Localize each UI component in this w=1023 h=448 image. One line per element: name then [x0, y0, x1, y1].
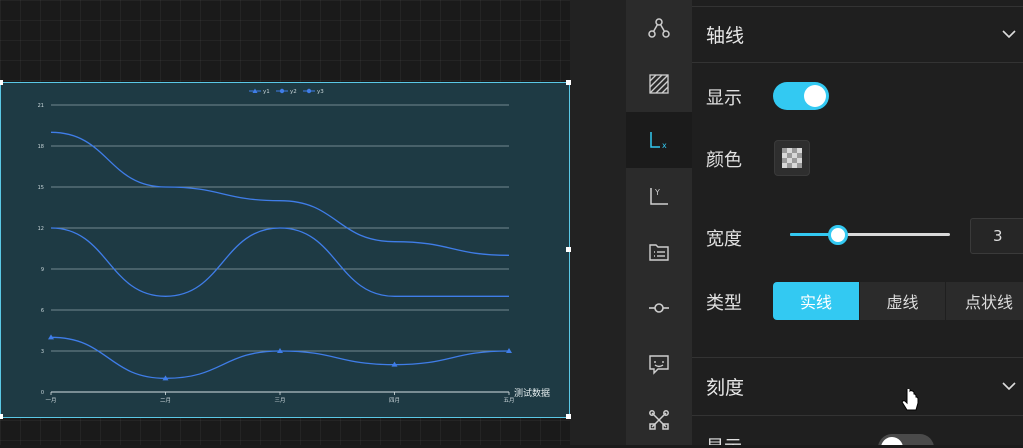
show-label: 显示: [706, 88, 742, 109]
resize-handle-bottom-left[interactable]: [0, 414, 3, 419]
y-axis-button[interactable]: Y: [626, 168, 692, 224]
line-chart: 0 3 6 9 12 15 18 21 一月 二月 三月 四月 五月测试数据 y1 y2 y3: [38, 88, 550, 404]
width-value: 3: [993, 227, 1003, 245]
svg-text:Y: Y: [654, 188, 660, 197]
property-panel: 轴线 显示 颜色 宽度 3 类型 实线 虚线 点状线 刻度 显示: [692, 0, 1023, 445]
line-node-icon: [649, 303, 669, 313]
toggle-knob: [804, 85, 826, 107]
y-tick-label: 15: [38, 185, 44, 191]
tools-icon: [649, 410, 669, 430]
resize-handle-middle-right[interactable]: [566, 247, 571, 252]
tools-button[interactable]: [626, 392, 692, 448]
area-style-button[interactable]: [626, 56, 692, 112]
line-type-solid[interactable]: 实线: [773, 282, 859, 320]
series-line-y2: [50, 227, 509, 297]
tick-show-label: 显示: [706, 433, 742, 445]
x-axis-icon: x: [650, 132, 667, 150]
chevron-down-icon: [1002, 30, 1016, 39]
width-slider-handle[interactable]: [828, 225, 848, 245]
line-type-dotted[interactable]: 点状线: [946, 282, 1023, 320]
width-label: 宽度: [706, 229, 742, 250]
width-slider-track[interactable]: [790, 233, 950, 236]
x-tick-label: 五月: [503, 397, 514, 404]
divider: [692, 62, 1023, 63]
chevron-down-icon: [1002, 382, 1016, 391]
x-tick-label: 一月: [45, 397, 56, 404]
legend-marker: [279, 88, 285, 94]
legend-list-icon: [649, 244, 669, 261]
tooltip-icon: [649, 355, 669, 375]
resize-handle-top-right[interactable]: [566, 80, 571, 85]
x-tick-label: 二月: [160, 397, 171, 404]
resize-handle-bottom-right[interactable]: [566, 414, 571, 419]
axis-color-picker[interactable]: [774, 140, 810, 176]
type-label: 类型: [706, 293, 742, 314]
node-graph-button[interactable]: [626, 0, 692, 56]
axis-section-title: 轴线: [706, 24, 745, 47]
y-tick-label: 0: [41, 390, 44, 396]
line-node-button[interactable]: [626, 280, 692, 336]
legend-label: y2: [290, 89, 297, 95]
tooltip-button[interactable]: [626, 336, 692, 392]
resize-handle-top-left[interactable]: [0, 80, 3, 85]
legend-label: y1: [263, 89, 270, 95]
x-axis-title: 测试数据: [514, 387, 550, 399]
node-graph-icon: [648, 18, 670, 38]
y-tick-label: 18: [38, 144, 44, 150]
toggle-knob: [881, 437, 903, 445]
divider: [692, 415, 1023, 416]
hand-cursor-icon: [901, 389, 919, 411]
y-tick-label: 3: [41, 349, 44, 355]
color-label: 颜色: [706, 150, 742, 171]
line-type-dotted-label: 点状线: [964, 293, 1013, 312]
series-line-y1: [50, 336, 510, 379]
tick-show-toggle[interactable]: [878, 434, 934, 445]
axis-show-toggle[interactable]: [773, 82, 829, 110]
property-icon-bar: x Y: [626, 0, 692, 445]
line-type-dashed[interactable]: 虚线: [860, 282, 945, 320]
line-type-dashed-label: 虚线: [886, 293, 919, 312]
tick-section-title: 刻度: [706, 376, 745, 399]
canvas-side-shade: [570, 0, 626, 445]
transparent-swatch-icon: [782, 148, 802, 168]
tick-section-header[interactable]: 刻度: [692, 358, 1023, 414]
hatched-area-icon: [649, 74, 669, 94]
editor-canvas[interactable]: 0 3 6 9 12 15 18 21 一月 二月 三月 四月 五月 测试数据 y1 y2 y3: [0, 0, 626, 445]
svg-text:x: x: [662, 141, 667, 150]
legend-marker: [306, 88, 312, 94]
y-tick-label: 9: [41, 267, 44, 273]
legend-button[interactable]: [626, 224, 692, 280]
x-tick-label: 三月: [274, 397, 285, 404]
series-line-y3: [50, 131, 510, 256]
axis-section-header[interactable]: 轴线: [692, 6, 1023, 62]
line-chart-widget[interactable]: 0 3 6 9 12 15 18 21 一月 二月 三月 四月 五月 测试数据 y1 y2 y3: [0, 82, 570, 418]
y-tick-label: 12: [38, 226, 44, 232]
y-tick-label: 21: [38, 103, 44, 109]
x-tick-label: 四月: [389, 397, 400, 404]
line-type-solid-label: 实线: [799, 293, 832, 312]
y-tick-label: 6: [41, 308, 44, 314]
x-axis-button[interactable]: x: [626, 112, 692, 168]
y-axis-icon: Y: [650, 188, 668, 205]
legend-label: y3: [317, 89, 324, 95]
width-input[interactable]: 3: [970, 218, 1023, 254]
